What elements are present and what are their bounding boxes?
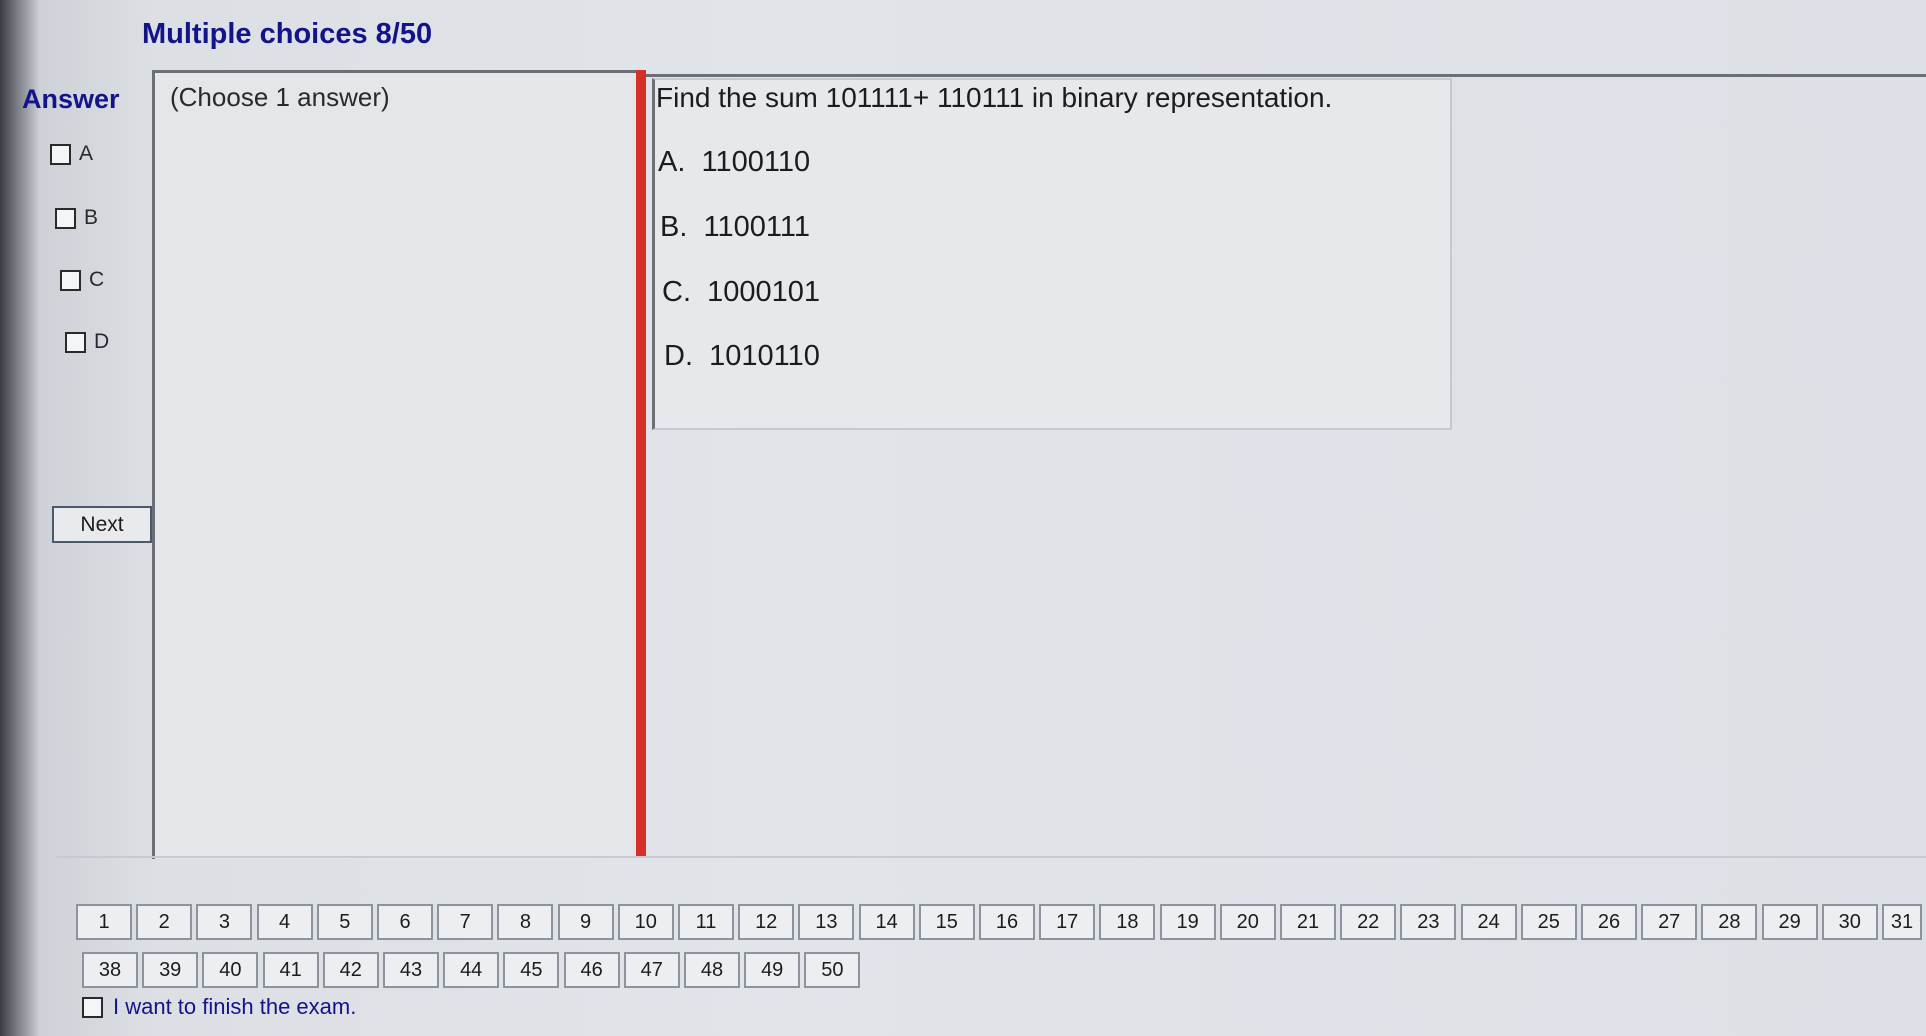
checkbox-c[interactable] — [60, 269, 81, 291]
choice-a-value: 1100110 — [701, 146, 811, 178]
question-nav-button[interactable]: 50 — [804, 952, 861, 988]
screen-edge-shadow — [0, 0, 40, 1036]
question-nav-button[interactable]: 14 — [858, 904, 915, 940]
bottom-rule — [56, 856, 1926, 858]
choice-c-letter: C. — [662, 276, 691, 308]
question-nav-button[interactable]: 20 — [1219, 904, 1276, 940]
finish-exam-checkbox[interactable] — [82, 996, 103, 1018]
question-nav-button[interactable]: 44 — [443, 952, 500, 988]
question-nav-button[interactable]: 41 — [262, 952, 319, 988]
answer-option-c-label: C — [89, 268, 105, 291]
question-nav-button[interactable]: 1 — [76, 904, 132, 940]
choice-d: D. 1010110 — [664, 340, 820, 373]
question-nav-button[interactable]: 7 — [437, 904, 494, 940]
question-nav-button[interactable]: 39 — [142, 952, 199, 988]
question-nav-button[interactable]: 49 — [744, 952, 801, 988]
next-button[interactable]: Next — [52, 506, 152, 543]
checkbox-b[interactable] — [55, 207, 76, 229]
question-nav-button[interactable]: 24 — [1460, 904, 1517, 940]
question-nav-button[interactable]: 45 — [503, 952, 560, 988]
question-nav-button[interactable]: 9 — [557, 904, 614, 940]
choice-d-value: 1010110 — [709, 340, 820, 372]
answer-option-c[interactable]: C — [60, 268, 104, 292]
question-nav-button[interactable]: 3 — [196, 904, 253, 940]
answer-option-b[interactable]: B — [55, 206, 98, 230]
checkbox-d[interactable] — [65, 331, 86, 353]
answer-label: Answer — [22, 84, 120, 114]
choice-c: C. 1000101 — [662, 276, 820, 309]
question-nav-button[interactable]: 28 — [1701, 904, 1758, 940]
choose-instruction: (Choose 1 answer) — [170, 82, 390, 112]
question-nav-button[interactable]: 17 — [1039, 904, 1096, 940]
question-nav-button[interactable]: 8 — [497, 904, 554, 940]
question-nav-button[interactable]: 27 — [1641, 904, 1698, 940]
question-nav-button[interactable]: 19 — [1159, 904, 1216, 940]
question-nav-button[interactable]: 46 — [563, 952, 620, 988]
question-nav-button[interactable]: 48 — [684, 952, 740, 988]
instructions-panel — [152, 70, 641, 859]
question-nav-button[interactable]: 25 — [1520, 904, 1577, 940]
answer-option-a[interactable]: A — [50, 142, 93, 166]
question-nav-button[interactable]: 10 — [617, 904, 674, 940]
question-nav-button[interactable]: 4 — [256, 904, 313, 940]
choice-b: B. 1100111 — [660, 211, 810, 244]
question-nav-button[interactable]: 12 — [738, 904, 795, 940]
question-nav-button[interactable]: 11 — [678, 904, 734, 940]
question-nav-button[interactable]: 16 — [979, 904, 1035, 940]
question-text: Find the sum 101111+ 110111 in binary re… — [656, 82, 1333, 113]
choice-d-letter: D. — [664, 340, 693, 372]
choice-a-letter: A. — [658, 146, 686, 178]
panel-divider[interactable] — [636, 70, 646, 858]
question-nav-button[interactable]: 13 — [798, 904, 855, 940]
question-nav-button[interactable]: 5 — [316, 904, 373, 940]
question-nav-button[interactable]: 22 — [1340, 904, 1397, 940]
question-nav-button[interactable]: 42 — [322, 952, 379, 988]
question-nav-button[interactable]: 2 — [136, 904, 193, 940]
answer-option-d-label: D — [94, 330, 110, 353]
question-box — [652, 78, 1452, 430]
question-nav-button[interactable]: 6 — [377, 904, 433, 940]
page-title: Multiple choices 8/50 — [142, 18, 433, 50]
question-nav-button[interactable]: 18 — [1099, 904, 1156, 940]
choice-b-value: 1100111 — [703, 211, 810, 243]
choice-a: A. 1100110 — [658, 146, 810, 179]
question-nav-button[interactable]: 40 — [202, 952, 259, 988]
choice-b-letter: B. — [660, 211, 688, 243]
question-nav-button[interactable]: 30 — [1821, 904, 1878, 940]
checkbox-a[interactable] — [50, 143, 71, 165]
finish-exam-option[interactable]: I want to finish the exam. — [82, 994, 356, 1020]
question-nav-button[interactable]: 21 — [1280, 904, 1336, 940]
question-top-rule — [646, 74, 1926, 77]
question-nav-button[interactable]: 47 — [623, 952, 680, 988]
answer-option-a-label: A — [79, 142, 94, 165]
answer-option-b-label: B — [84, 206, 99, 229]
question-nav-button[interactable]: 26 — [1581, 904, 1637, 940]
finish-exam-label: I want to finish the exam. — [113, 994, 357, 1019]
question-nav-button[interactable]: 15 — [918, 904, 975, 940]
answer-option-d[interactable]: D — [65, 330, 109, 354]
question-nav-button[interactable]: 31 — [1882, 904, 1922, 940]
choice-c-value: 1000101 — [707, 276, 821, 308]
question-nav-button[interactable]: 43 — [383, 952, 439, 988]
question-nav-button[interactable]: 23 — [1400, 904, 1457, 940]
question-nav-button[interactable]: 38 — [82, 952, 138, 988]
question-nav-button[interactable]: 29 — [1761, 904, 1818, 940]
